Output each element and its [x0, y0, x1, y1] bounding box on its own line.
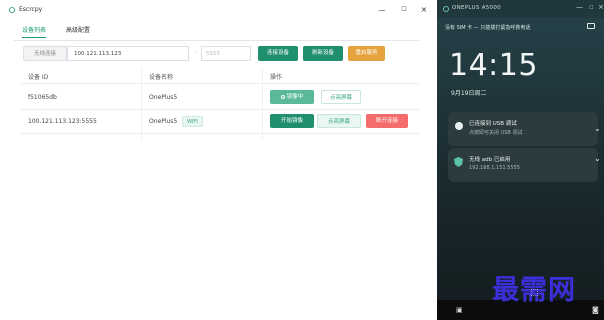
connection-mode-label: 无线连接: [23, 46, 67, 61]
app-logo-icon: [9, 7, 15, 13]
disconnect-button[interactable]: 断开连接: [366, 114, 408, 128]
restart-service-button[interactable]: 重启服务: [348, 46, 385, 61]
table-header: 设备 ID 设备名称 操作: [20, 68, 420, 84]
port-input[interactable]: 5555: [201, 46, 251, 61]
lock-icon: ▣: [456, 306, 463, 314]
phone-close-button[interactable]: ×: [598, 3, 604, 11]
wifi-badge: WIFI: [182, 116, 203, 127]
usb-debug-icon: [455, 122, 463, 130]
phone-maximize-button[interactable]: ☐: [589, 5, 593, 11]
tab-device-list[interactable]: 设备列表: [22, 25, 47, 38]
lockscreen-date: 9月19日周二: [451, 90, 487, 97]
phone-status-text: 没有 SIM 卡 — 只能拨打紧急呼救电话: [445, 25, 531, 31]
notification-wireless-adb[interactable]: 无线 adb 已启用 192.168.1.151:5555: [448, 148, 598, 182]
ip-port-separator: :: [195, 50, 197, 56]
fingerprint-icon[interactable]: ⬚: [530, 288, 539, 298]
phone-titlebar: ONEPLUS A5000 — ☐ ×: [437, 0, 604, 18]
camera-icon[interactable]: ◙: [592, 306, 599, 314]
mirroring-label: 镜像中: [286, 94, 304, 100]
device-id-cell: 100.121.113.123:5555: [28, 118, 97, 125]
device-id-cell: f51065db: [28, 94, 57, 101]
device-name-cell: OnePlus5: [149, 118, 178, 125]
header-actions: 操作: [270, 74, 283, 81]
app-titlebar: Escrcpy — ☐ ×: [0, 0, 432, 20]
screen-on-button[interactable]: 点亮屏幕: [321, 90, 361, 104]
lockscreen-clock: 14:15: [449, 48, 538, 83]
minimize-button[interactable]: —: [376, 5, 388, 15]
phone-minimize-button[interactable]: —: [576, 3, 583, 11]
notification-title: 无线 adb 已启用: [469, 157, 511, 163]
ip-address-input[interactable]: 100.121.113.123: [67, 46, 189, 61]
tab-advanced-config[interactable]: 高级配置: [66, 25, 90, 34]
screen-on-button[interactable]: 点亮屏幕: [317, 114, 361, 128]
header-device-id: 设备 ID: [28, 74, 49, 81]
tab-divider: [14, 40, 419, 41]
app-title: Escrcpy: [19, 6, 43, 13]
start-mirror-button[interactable]: 开始镜像: [270, 114, 314, 128]
chevron-down-icon[interactable]: ⌄: [594, 154, 601, 163]
notification-usb-debug[interactable]: 已连接到 USB 调试 点按即可关闭 USB 调试: [448, 112, 598, 146]
refresh-devices-button[interactable]: 刷新设备: [303, 46, 343, 61]
escrcpy-window: Escrcpy — ☐ × 设备列表 高级配置 无线连接 100.121.113…: [0, 0, 432, 320]
phone-app-logo-icon: [443, 6, 449, 12]
device-name-cell: OnePlus5: [149, 94, 178, 101]
notification-title: 已连接到 USB 调试: [469, 121, 517, 127]
header-device-name: 设备名称: [149, 74, 174, 81]
shield-icon: [454, 157, 463, 167]
maximize-button[interactable]: ☐: [398, 5, 410, 15]
connect-device-button[interactable]: 连接设备: [258, 46, 298, 61]
battery-icon: [587, 23, 595, 29]
table-row: 100.121.113.123:5555 OnePlus5 WIFI 开始镜像 …: [20, 110, 420, 134]
table-row: f51065db OnePlus5 镜像中 点亮屏幕: [20, 86, 420, 110]
phone-window-title: ONEPLUS A5000: [452, 5, 501, 11]
notification-subtitle: 192.168.1.151:5555: [469, 165, 520, 171]
loading-spinner-icon: [280, 94, 285, 99]
mirroring-button[interactable]: 镜像中: [270, 90, 314, 104]
chevron-down-icon[interactable]: ⌄: [594, 124, 601, 133]
close-button[interactable]: ×: [418, 5, 430, 15]
notification-subtitle: 点按即可关闭 USB 调试: [469, 130, 523, 136]
